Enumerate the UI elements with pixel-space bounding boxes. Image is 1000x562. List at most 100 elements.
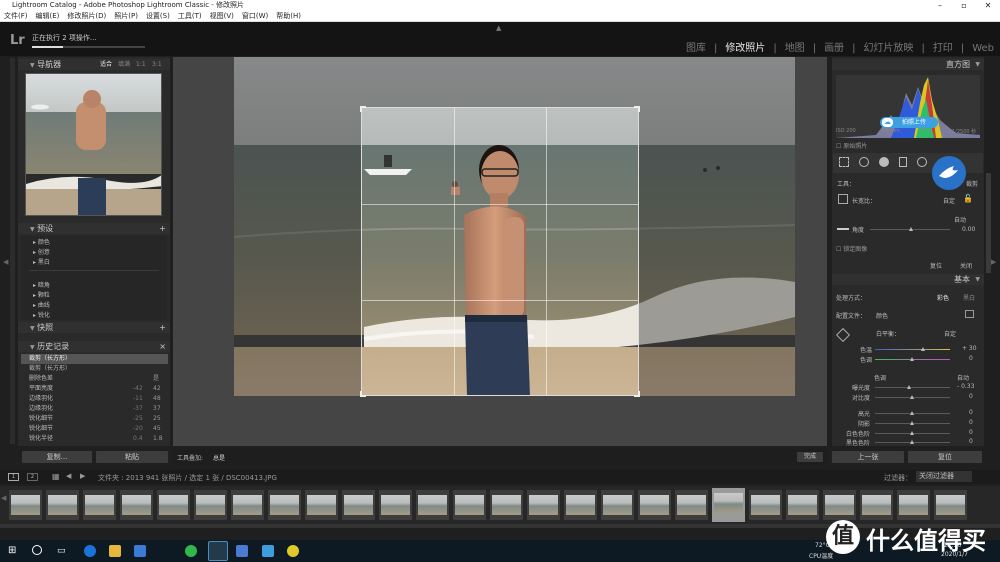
filmstrip-thumbnail[interactable] <box>638 490 671 520</box>
crop-close-button[interactable]: 关闭 <box>960 261 972 270</box>
zoom-1-1[interactable]: 1:1 <box>136 59 146 70</box>
history-item[interactable]: 锐化半径 0.4 1.8 <box>21 434 168 444</box>
shadows-slider-knob[interactable] <box>910 421 914 425</box>
crop-reset-button[interactable]: 复位 <box>930 261 942 270</box>
reset-button[interactable]: 复位 <box>908 451 982 463</box>
task-view-icon[interactable]: ▭ <box>57 546 66 556</box>
history-header[interactable]: ▼ 历史记录 × <box>18 341 170 352</box>
clear-history-button[interactable]: × <box>159 341 166 352</box>
app-green-icon[interactable] <box>185 545 197 557</box>
exposure-slider-knob[interactable] <box>907 385 911 389</box>
back-arrow-icon[interactable]: ◀ <box>66 472 71 480</box>
crop-handle[interactable] <box>634 391 640 397</box>
lock-icon[interactable]: 🔓 <box>963 194 973 203</box>
wb-value[interactable]: 自定 <box>944 329 956 338</box>
angle-value[interactable]: 0.00 <box>962 226 975 233</box>
history-item[interactable]: 删除色差是 <box>21 374 168 384</box>
close-button[interactable]: ✕ <box>976 0 1000 11</box>
filmstrip-path[interactable]: 文件夹 : 2013 941 张照片 / 选定 1 张 / DSC00413.J… <box>98 473 277 483</box>
module-book[interactable]: 画册 <box>824 43 844 54</box>
exposure-value[interactable]: - 0.33 <box>957 383 974 390</box>
minimize-button[interactable]: – <box>928 0 952 11</box>
app-yellow-icon[interactable] <box>287 545 299 557</box>
history-item[interactable]: 锐化细节 -25 25 <box>21 414 168 424</box>
temp-slider[interactable] <box>875 349 950 350</box>
page2-button[interactable]: 2 <box>27 473 38 481</box>
profile-browser-icon[interactable] <box>965 310 974 318</box>
left-scrollbar[interactable] <box>10 58 15 444</box>
paste-settings-button[interactable]: 粘贴 <box>96 451 168 463</box>
preset-folder-item[interactable]: ▸ 黑白 <box>33 257 50 266</box>
filmstrip-thumbnail[interactable] <box>823 490 856 520</box>
copy-settings-button[interactable]: 复制... <box>22 451 92 463</box>
right-scrollbar[interactable] <box>986 173 991 273</box>
crop-aspect-icon[interactable] <box>838 194 848 204</box>
history-item[interactable]: 边缘羽化 -37 37 <box>21 404 168 414</box>
filmstrip-thumbnail[interactable] <box>305 490 338 520</box>
navigator-header[interactable]: ▼ 导航器 适合 填满 1:1 3:1 <box>18 59 170 70</box>
menu-edit[interactable]: 编辑(E) <box>36 12 60 20</box>
histogram-header[interactable]: 直方图 ▼ <box>832 59 984 70</box>
filmstrip-thumbnail[interactable] <box>46 490 79 520</box>
crop-frame[interactable] <box>360 106 640 397</box>
filmstrip-thumbnail[interactable] <box>379 490 412 520</box>
filmstrip-thumbnail[interactable] <box>231 490 264 520</box>
collapse-right-icon[interactable]: ▶ <box>991 258 996 266</box>
crop-handle[interactable] <box>634 106 640 112</box>
blacks-value[interactable]: 0 <box>969 438 973 445</box>
menu-view[interactable]: 视图(V) <box>210 12 234 20</box>
filmstrip-thumbnail[interactable] <box>9 490 42 520</box>
page1-button[interactable]: 1 <box>8 473 19 481</box>
filmstrip-thumbnail[interactable] <box>453 490 486 520</box>
preset-folder-item[interactable]: ▸ 创意 <box>33 247 50 256</box>
angle-slider-knob[interactable] <box>909 227 913 231</box>
redeye-icon[interactable] <box>879 157 889 167</box>
blacks-slider-knob[interactable] <box>910 440 914 444</box>
presets-header[interactable]: ▼ 预设 + <box>18 223 170 234</box>
aspect-value[interactable]: 自定 <box>943 196 955 205</box>
history-item[interactable]: 边缘羽化 -11 48 <box>21 394 168 404</box>
menu-settings[interactable]: 设置(S) <box>146 12 170 20</box>
app-blue-icon[interactable] <box>236 545 248 557</box>
temp-value[interactable]: + 30 <box>962 345 977 352</box>
filmstrip-thumbnail[interactable] <box>268 490 301 520</box>
basic-header[interactable]: 基本 ▼ <box>832 274 984 285</box>
filmstrip-thumbnail[interactable] <box>601 490 634 520</box>
preset-folder-item[interactable]: ▸ 暗角 <box>33 280 50 289</box>
profile-value[interactable]: 颜色 <box>876 311 888 320</box>
menu-tools[interactable]: 工具(T) <box>178 12 202 20</box>
filmstrip-thumbnail[interactable] <box>194 490 227 520</box>
module-slideshow[interactable]: 幻灯片放映 <box>863 43 913 54</box>
tint-slider-knob[interactable] <box>910 357 914 361</box>
contrast-slider-knob[interactable] <box>910 395 914 399</box>
tool-overlay-select[interactable]: 总是 <box>213 453 225 462</box>
add-snapshot-button[interactable]: + <box>159 322 166 333</box>
filmstrip-thumbnail[interactable] <box>897 490 930 520</box>
maximize-button[interactable]: ▫ <box>952 0 976 11</box>
filmstrip-left-arrow-icon[interactable]: ◀ <box>1 494 6 502</box>
filmstrip-thumbnail[interactable] <box>342 490 375 520</box>
history-item[interactable]: 裁剪（长方形） <box>21 364 168 374</box>
preset-folder-item[interactable]: ▸ 锐化 <box>33 310 50 319</box>
constrain-checkbox[interactable]: ☐ 锁定图像 <box>836 244 867 253</box>
whites-value[interactable]: 0 <box>969 429 973 436</box>
filmstrip-thumbnail[interactable] <box>786 490 819 520</box>
tint-value[interactable]: 0 <box>969 355 973 362</box>
grid-icon[interactable]: ▦ <box>52 472 60 481</box>
previous-button[interactable]: 上一张 <box>832 451 904 463</box>
straighten-tool-icon[interactable] <box>837 228 849 230</box>
module-web[interactable]: Web <box>972 43 994 54</box>
store-icon[interactable] <box>134 545 146 557</box>
highlights-value[interactable]: 0 <box>969 409 973 416</box>
menu-develop[interactable]: 修改照片(D) <box>67 12 106 20</box>
exposure-slider[interactable] <box>875 387 950 388</box>
windows-start-icon[interactable]: ⊞ <box>8 545 16 556</box>
graduated-filter-icon[interactable] <box>899 157 907 167</box>
treatment-color[interactable]: 彩色 <box>937 293 949 302</box>
filmstrip-thumbnail[interactable] <box>527 490 560 520</box>
shadows-value[interactable]: 0 <box>969 419 973 426</box>
snapshots-header[interactable]: ▼ 快照 + <box>18 322 170 333</box>
filmstrip-thumbnail[interactable] <box>157 490 190 520</box>
highlights-slider-knob[interactable] <box>910 411 914 415</box>
preset-folder-item[interactable]: ▸ 颗粒 <box>33 290 50 299</box>
